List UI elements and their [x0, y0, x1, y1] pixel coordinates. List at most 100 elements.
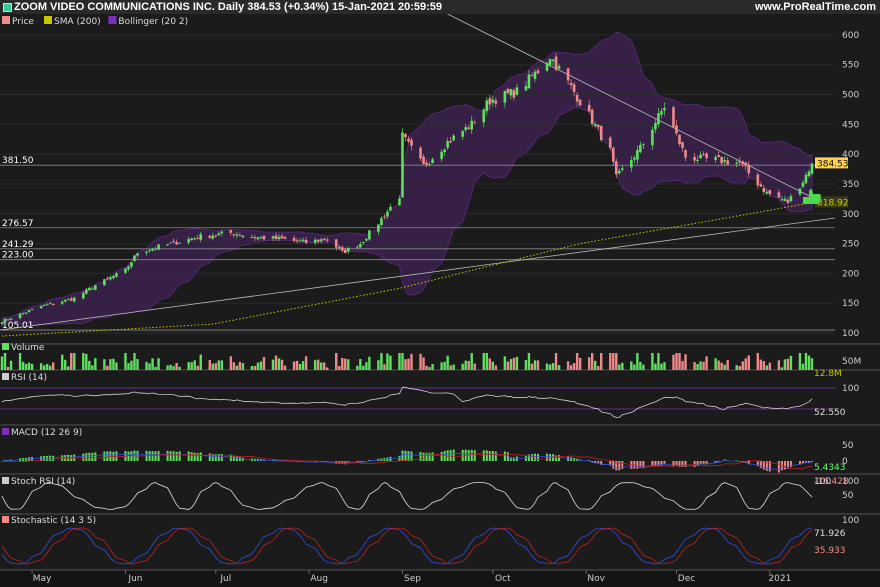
x-tick-label: Dec: [678, 574, 695, 584]
candle-body: [488, 98, 492, 105]
volume-bar: [428, 367, 431, 370]
volume-bar: [39, 363, 43, 370]
candle-body: [190, 238, 194, 241]
candle-body: [723, 160, 726, 162]
candle-body: [145, 251, 148, 253]
candle-body: [280, 235, 284, 239]
candle-body: [684, 150, 687, 158]
candle-body: [63, 299, 67, 302]
candle-body: [741, 161, 745, 165]
stochastic-last-label: 71.926: [814, 529, 846, 539]
volume-bar: [590, 353, 594, 370]
macd-histogram-bar: [217, 454, 220, 461]
x-tick-label: 2021: [768, 574, 791, 584]
candle-body: [630, 160, 633, 168]
volume-bar: [386, 353, 389, 370]
volume-bar: [593, 360, 597, 370]
volume-bar: [9, 360, 13, 370]
volume-bar: [341, 357, 344, 370]
stochastic-last-label: 35.933: [814, 546, 846, 556]
candle-body: [801, 182, 805, 187]
volume-bar: [229, 356, 233, 370]
candle-body: [256, 237, 260, 240]
legend-entry: Price: [12, 17, 34, 27]
volume-bar: [280, 359, 284, 370]
volume-bar: [642, 364, 645, 370]
candle-body: [548, 59, 552, 65]
candle-body: [804, 174, 808, 184]
candle-body: [217, 233, 221, 236]
volume-bar: [621, 362, 624, 370]
candle-body: [301, 239, 305, 242]
candle-body: [515, 87, 519, 96]
candle-body: [467, 127, 471, 130]
volume-bar: [6, 366, 10, 370]
candle-body: [654, 123, 657, 130]
volume-bar: [491, 361, 495, 370]
macd-histogram-bar: [530, 454, 533, 461]
macd-panel-bg: [0, 426, 880, 474]
macd-histogram-bar: [91, 452, 94, 461]
candle-body: [533, 71, 537, 79]
candle-body: [172, 240, 175, 242]
macd-histogram-bar: [82, 453, 85, 461]
volume-bar: [575, 353, 579, 370]
candle-body: [470, 120, 474, 130]
volume-bar: [365, 362, 368, 370]
candle-body: [241, 235, 245, 238]
chart-window: ZOOM VIDEO COMMUNICATIONS INC. Daily 384…: [0, 0, 880, 587]
volume-bar: [810, 358, 814, 370]
candle-body: [642, 143, 645, 145]
panel-label-swatch: [2, 373, 9, 380]
candle-body: [238, 235, 242, 237]
volume-bar: [301, 361, 305, 370]
candle-body: [232, 234, 236, 236]
price-tick-label: 250: [842, 240, 859, 250]
candle-body: [30, 308, 34, 310]
panel-label: Volume: [11, 343, 45, 353]
volume-bar: [786, 358, 790, 370]
volume-bar: [705, 356, 708, 370]
candle-body: [651, 129, 654, 146]
candle-body: [611, 147, 615, 162]
candle-body: [789, 195, 793, 202]
volume-bar: [322, 362, 326, 370]
macd-tick-label: 50: [842, 441, 854, 451]
legend-swatch: [108, 16, 117, 24]
candle-body: [69, 298, 73, 301]
volume-bar: [48, 365, 52, 370]
macd-histogram-bar: [103, 451, 106, 461]
candle-body: [271, 236, 275, 239]
volume-bar: [112, 358, 115, 370]
volume-bar: [657, 353, 660, 370]
chart-canvas[interactable]: 100150200250300350400450500550600105.012…: [0, 14, 880, 587]
candle-body: [608, 137, 612, 148]
macd-histogram-bar: [196, 453, 199, 461]
macd-histogram-bar: [524, 456, 527, 461]
volume-bar: [759, 359, 763, 370]
candle-body: [536, 70, 540, 74]
volume-bar: [211, 363, 214, 370]
site-link[interactable]: www.ProRealTime.com: [755, 0, 876, 14]
macd-histogram-bar: [130, 451, 133, 461]
candle-body: [365, 238, 368, 241]
candle-body: [527, 74, 531, 89]
candle-body: [359, 244, 362, 248]
candle-body: [85, 289, 88, 294]
macd-histogram-bar: [85, 453, 88, 461]
volume-bar: [783, 359, 787, 370]
rsi-panel-bg: [0, 371, 880, 425]
volume-bar: [663, 362, 666, 370]
price-tick-label: 300: [842, 210, 859, 220]
volume-bar: [124, 353, 127, 370]
candle-body: [735, 162, 739, 164]
volume-bar: [94, 358, 97, 370]
volume-bar: [509, 359, 513, 370]
candle-body: [106, 278, 109, 280]
candle-body: [112, 276, 115, 279]
volume-bar: [262, 357, 266, 370]
volume-bar: [283, 365, 287, 370]
volume-bar: [235, 365, 239, 370]
volume-bar: [618, 364, 621, 370]
candle-body: [491, 99, 495, 103]
